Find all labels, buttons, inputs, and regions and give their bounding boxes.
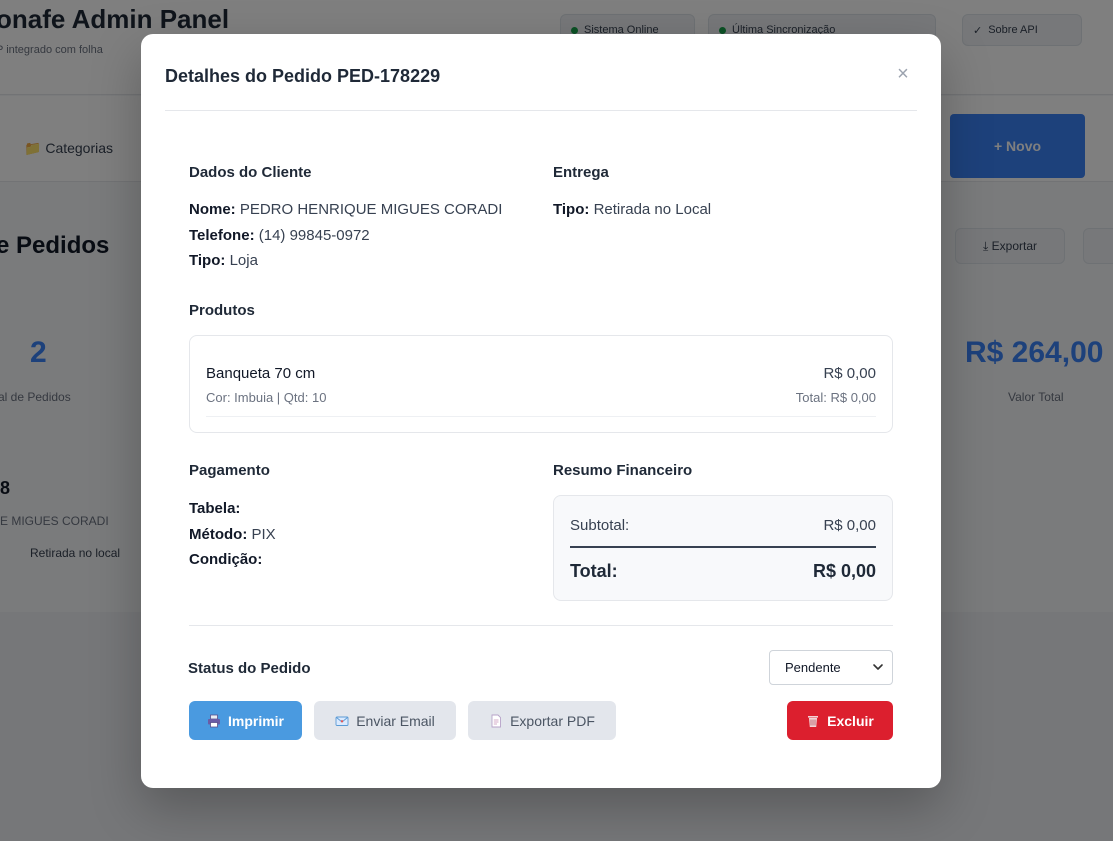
- customer-name: Nome: PEDRO HENRIQUE MIGUES CORADI: [189, 201, 502, 218]
- print-button-label: Imprimir: [227, 712, 284, 729]
- customer-phone-value: (14) 99845-0972: [258, 227, 370, 244]
- total-separator: [570, 546, 876, 548]
- total-value: R$ 0,00: [812, 561, 876, 581]
- delivery-section-title: Entrega: [553, 164, 609, 181]
- status-selected-value: Pendente: [785, 660, 841, 675]
- status-section-title: Status do Pedido: [188, 660, 311, 677]
- trash-icon: [806, 714, 820, 728]
- payment-condition-label: Condição:: [189, 551, 263, 568]
- modal-header: Detalhes do Pedido PED-178229 ×: [165, 34, 917, 111]
- customer-type: Tipo: Loja: [189, 252, 258, 269]
- subtotal-value: R$ 0,00: [823, 517, 876, 534]
- delivery-type-value: Retirada no Local: [593, 201, 712, 218]
- customer-phone-label: Telefone:: [189, 227, 255, 244]
- customer-type-value: Loja: [229, 252, 258, 269]
- subtotal-label: Subtotal:: [570, 517, 630, 534]
- products-list: Banqueta 70 cm Cor: Imbuia | Qtd: 10 R$ …: [189, 335, 893, 433]
- payment-method: Método: PIX: [189, 526, 276, 543]
- order-details-modal: Detalhes do Pedido PED-178229 × Dados do…: [141, 34, 941, 788]
- chevron-down-icon: [873, 664, 883, 670]
- product-total: Total: R$ 0,00: [795, 390, 876, 405]
- product-name: Banqueta 70 cm: [206, 365, 316, 382]
- envelope-icon: [335, 714, 349, 728]
- customer-phone: Telefone: (14) 99845-0972: [189, 227, 370, 244]
- total-label: Total:: [570, 561, 618, 581]
- payment-table-label: Tabela:: [189, 500, 241, 517]
- delete-label: Excluir: [827, 712, 874, 729]
- product-meta: Cor: Imbuia | Qtd: 10: [206, 390, 327, 405]
- products-section-title: Produtos: [189, 302, 255, 319]
- delivery-type-label: Tipo:: [553, 201, 590, 218]
- payment-method-value: PIX: [251, 526, 276, 543]
- document-icon: [489, 714, 503, 728]
- printer-icon: [207, 714, 221, 728]
- customer-type-label: Tipo:: [189, 252, 226, 269]
- delete-button[interactable]: Excluir: [787, 701, 893, 740]
- modal-title: Detalhes do Pedido PED-178229: [165, 66, 441, 86]
- close-icon[interactable]: ×: [891, 62, 915, 86]
- customer-name-label: Nome:: [189, 201, 236, 218]
- customer-name-value: PEDRO HENRIQUE MIGUES CORADI: [239, 201, 503, 218]
- delivery-type: Tipo: Retirada no Local: [553, 201, 711, 218]
- send-email-button[interactable]: Enviar Email: [314, 701, 456, 740]
- product-item: Banqueta 70 cm Cor: Imbuia | Qtd: 10 R$ …: [206, 350, 876, 417]
- status-select[interactable]: Pendente: [769, 650, 893, 685]
- export-pdf-label: Exportar PDF: [510, 712, 595, 729]
- send-email-label: Enviar Email: [356, 712, 435, 729]
- payment-condition: Condição:: [189, 551, 262, 568]
- financial-section-title: Resumo Financeiro: [553, 462, 693, 479]
- payment-table: Tabela:: [189, 500, 240, 517]
- financial-summary-box: Subtotal: R$ 0,00 Total: R$ 0,00: [553, 495, 893, 601]
- payment-section-title: Pagamento: [189, 462, 270, 479]
- print-button[interactable]: Imprimir: [189, 701, 302, 740]
- customer-section-title: Dados do Cliente: [189, 164, 312, 181]
- product-price: R$ 0,00: [823, 365, 876, 382]
- export-pdf-button[interactable]: Exportar PDF: [468, 701, 616, 740]
- payment-method-label: Método:: [189, 526, 248, 543]
- section-divider: [189, 625, 893, 626]
